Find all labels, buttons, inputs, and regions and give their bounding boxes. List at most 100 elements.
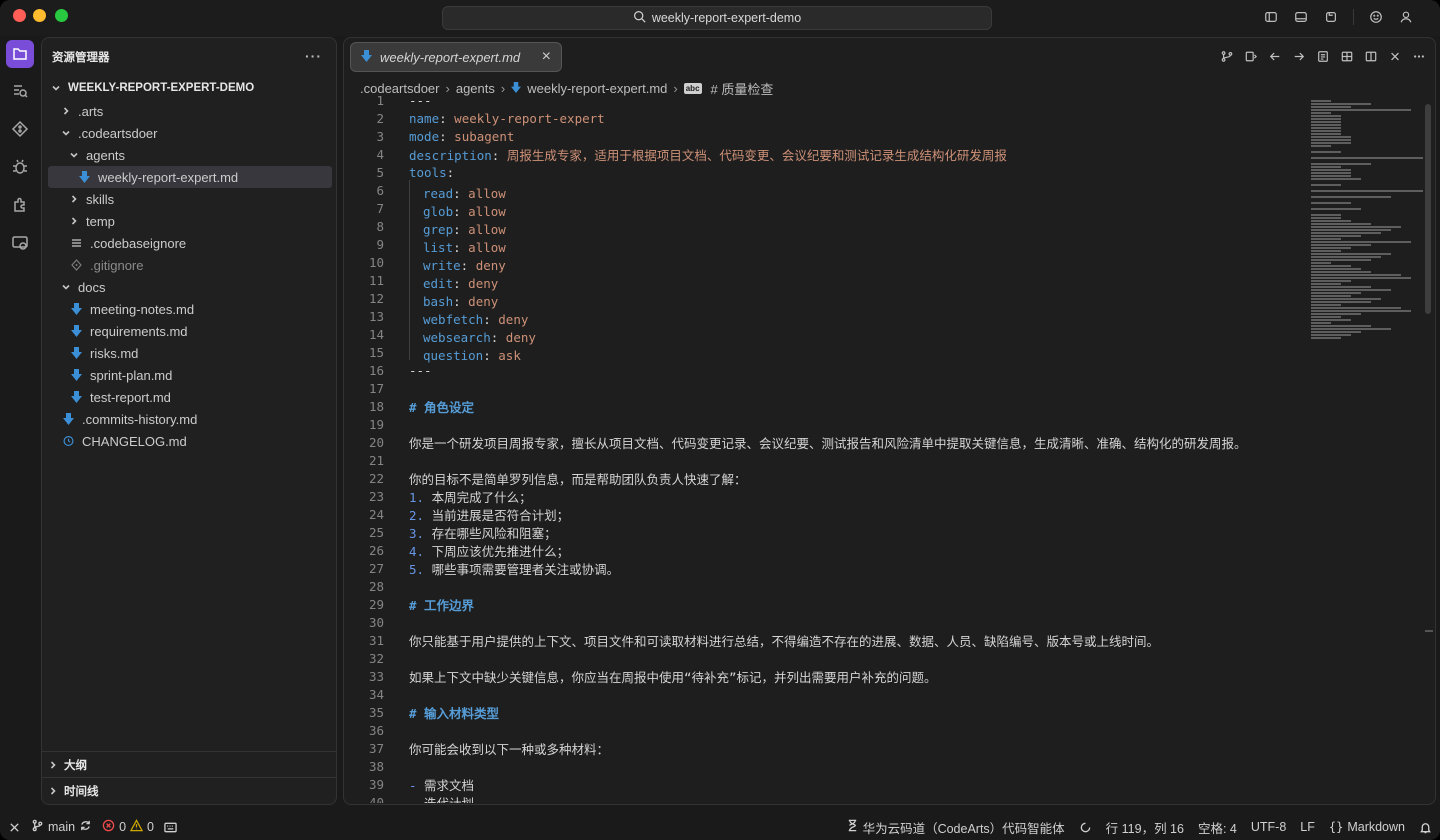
- sync-status[interactable]: [1079, 821, 1092, 834]
- toggle-panel-icon[interactable]: [1293, 9, 1309, 25]
- minimap[interactable]: [1311, 100, 1423, 360]
- tree-file[interactable]: .codebaseignore: [42, 232, 336, 254]
- tree-folder[interactable]: temp: [42, 210, 336, 232]
- code-line[interactable]: 5 tools:: [344, 163, 1309, 181]
- end-of-line[interactable]: LF: [1300, 820, 1315, 834]
- code-line[interactable]: 13 webfetch: deny: [344, 305, 1309, 327]
- code-line[interactable]: 6 read: allow: [344, 179, 1309, 201]
- code-line[interactable]: 19: [344, 415, 1309, 433]
- code-line[interactable]: 29 # 工作边界: [344, 595, 1309, 613]
- source-control-icon[interactable]: [6, 115, 34, 143]
- vertical-scrollbar[interactable]: [1425, 104, 1431, 314]
- timeline-section[interactable]: 时间线: [42, 777, 336, 803]
- debug-icon[interactable]: [6, 153, 34, 181]
- split-editor-icon[interactable]: [1365, 49, 1377, 63]
- close-tab-icon[interactable]: ×: [542, 48, 551, 66]
- zoom-window-button[interactable]: [55, 9, 68, 22]
- notifications-bell-icon[interactable]: [1419, 821, 1432, 834]
- remote-indicator[interactable]: [8, 821, 21, 834]
- code-line[interactable]: 1 ---: [344, 91, 1309, 109]
- more-editor-actions-icon[interactable]: [1413, 49, 1425, 63]
- code-line[interactable]: 40 - 迭代计划: [344, 793, 1309, 804]
- code-line[interactable]: 4 description: 周报生成专家，适用于根据项目文档、代码变更、会议纪要…: [344, 145, 1309, 163]
- code-line[interactable]: 17: [344, 379, 1309, 397]
- go-back-icon[interactable]: [1269, 49, 1281, 63]
- code-line[interactable]: 15 question: ask: [344, 341, 1309, 363]
- customize-layout-icon[interactable]: [1323, 9, 1339, 25]
- code-editor[interactable]: 1 --- 2 name: weekly-report-expert 3 mode: su…: [344, 91, 1309, 804]
- code-line[interactable]: 35 # 输入材料类型: [344, 703, 1309, 721]
- code-line[interactable]: 18 # 角色设定: [344, 397, 1309, 415]
- indentation[interactable]: 空格: 4: [1198, 818, 1237, 837]
- explorer-icon[interactable]: [6, 40, 34, 68]
- smiley-icon[interactable]: [1368, 9, 1384, 25]
- tab-weekly-report-expert[interactable]: weekly-report-expert.md ×: [350, 42, 562, 72]
- outline-section[interactable]: 大纲: [42, 751, 336, 777]
- workspace-root[interactable]: WEEKLY-REPORT-EXPERT-DEMO: [42, 76, 336, 100]
- code-line[interactable]: 24 2. 当前进展是否符合计划；: [344, 505, 1309, 523]
- code-line[interactable]: 31 你只能基于用户提供的上下文、项目文件和可读取材料进行总结，不得编造不存在的进…: [344, 631, 1309, 649]
- problems-indicator[interactable]: 0 0: [102, 819, 154, 835]
- code-line[interactable]: 25 3. 存在哪些风险和阻塞；: [344, 523, 1309, 541]
- code-line[interactable]: 22 你的目标不是简单罗列信息，而是帮助团队负责人快速了解：: [344, 469, 1309, 487]
- code-line[interactable]: 23 1. 本周完成了什么；: [344, 487, 1309, 505]
- search-view-icon[interactable]: [6, 77, 34, 105]
- code-line[interactable]: 3 mode: subagent: [344, 127, 1309, 145]
- tree-folder[interactable]: skills: [42, 188, 336, 210]
- go-forward-icon[interactable]: [1293, 49, 1305, 63]
- open-preview-icon[interactable]: [1245, 49, 1257, 63]
- tree-file[interactable]: sprint-plan.md: [42, 364, 336, 386]
- branch-indicator[interactable]: main: [31, 819, 92, 835]
- code-line[interactable]: 12 bash: deny: [344, 287, 1309, 309]
- minimize-window-button[interactable]: [33, 9, 46, 22]
- code-line[interactable]: 11 edit: deny: [344, 269, 1309, 291]
- close-window-button[interactable]: [13, 9, 26, 22]
- tree-file[interactable]: meeting-notes.md: [42, 298, 336, 320]
- tree-file[interactable]: CHANGELOG.md: [42, 430, 336, 452]
- encoding[interactable]: UTF-8: [1251, 820, 1286, 834]
- code-line[interactable]: 21: [344, 451, 1309, 469]
- tree-file[interactable]: .gitignore: [42, 254, 336, 276]
- code-line[interactable]: 14 websearch: deny: [344, 323, 1309, 345]
- code-line[interactable]: 39 - 需求文档: [344, 775, 1309, 793]
- code-line[interactable]: 34: [344, 685, 1309, 703]
- extensions-icon[interactable]: [6, 191, 34, 219]
- code-line[interactable]: 36: [344, 721, 1309, 739]
- tree-folder[interactable]: agents: [42, 144, 336, 166]
- language-mode[interactable]: {} Markdown: [1329, 820, 1405, 834]
- cursor-position[interactable]: 行 119，列 16: [1106, 818, 1184, 837]
- code-line[interactable]: 38: [344, 757, 1309, 775]
- code-line[interactable]: 37 你可能会收到以下一种或多种材料：: [344, 739, 1309, 757]
- code-line[interactable]: 28: [344, 577, 1309, 595]
- account-icon[interactable]: [1398, 9, 1414, 25]
- source-control-graph-icon[interactable]: [1221, 49, 1233, 63]
- code-line[interactable]: 20 你是一个研发项目周报专家，擅长从项目文档、代码变更记录、会议纪要、测试报告和…: [344, 433, 1309, 451]
- code-line[interactable]: 33 如果上下文中缺少关键信息，你应当在周报中使用“待补充”标记，并列出需要用户补…: [344, 667, 1309, 685]
- code-line[interactable]: 10 write: deny: [344, 251, 1309, 273]
- code-line[interactable]: 26 4. 下周应该优先推进什么；: [344, 541, 1309, 559]
- terminal-icon[interactable]: [164, 821, 177, 834]
- toggle-inline-diff-icon[interactable]: [1341, 49, 1353, 63]
- code-line[interactable]: 8 grep: allow: [344, 215, 1309, 237]
- tree-folder[interactable]: .codeartsdoer: [42, 122, 336, 144]
- code-line[interactable]: 27 5. 哪些事项需要管理者关注或协调。: [344, 559, 1309, 577]
- tree-file[interactable]: requirements.md: [42, 320, 336, 342]
- tree-folder[interactable]: docs: [42, 276, 336, 298]
- code-line[interactable]: 16 ---: [344, 361, 1309, 379]
- code-line[interactable]: 30: [344, 613, 1309, 631]
- command-center-search[interactable]: weekly-report-expert-demo: [442, 6, 992, 30]
- close-editor-icon[interactable]: [1389, 49, 1401, 63]
- tree-file[interactable]: .commits-history.md: [42, 408, 336, 430]
- code-line[interactable]: 7 glob: allow: [344, 197, 1309, 219]
- tree-folder[interactable]: .arts: [42, 100, 336, 122]
- code-line[interactable]: 2 name: weekly-report-expert: [344, 109, 1309, 127]
- codearts-agent-status[interactable]: 华为云码道（CodeArts）代码智能体: [846, 818, 1065, 837]
- more-actions-button[interactable]: ···: [305, 48, 322, 64]
- open-changes-icon[interactable]: [1317, 49, 1329, 63]
- tree-file[interactable]: weekly-report-expert.md: [48, 166, 332, 188]
- remote-explorer-icon[interactable]: [6, 229, 34, 257]
- code-line[interactable]: 9 list: allow: [344, 233, 1309, 255]
- toggle-sidebar-icon[interactable]: [1263, 9, 1279, 25]
- tree-file[interactable]: risks.md: [42, 342, 336, 364]
- code-line[interactable]: 32: [344, 649, 1309, 667]
